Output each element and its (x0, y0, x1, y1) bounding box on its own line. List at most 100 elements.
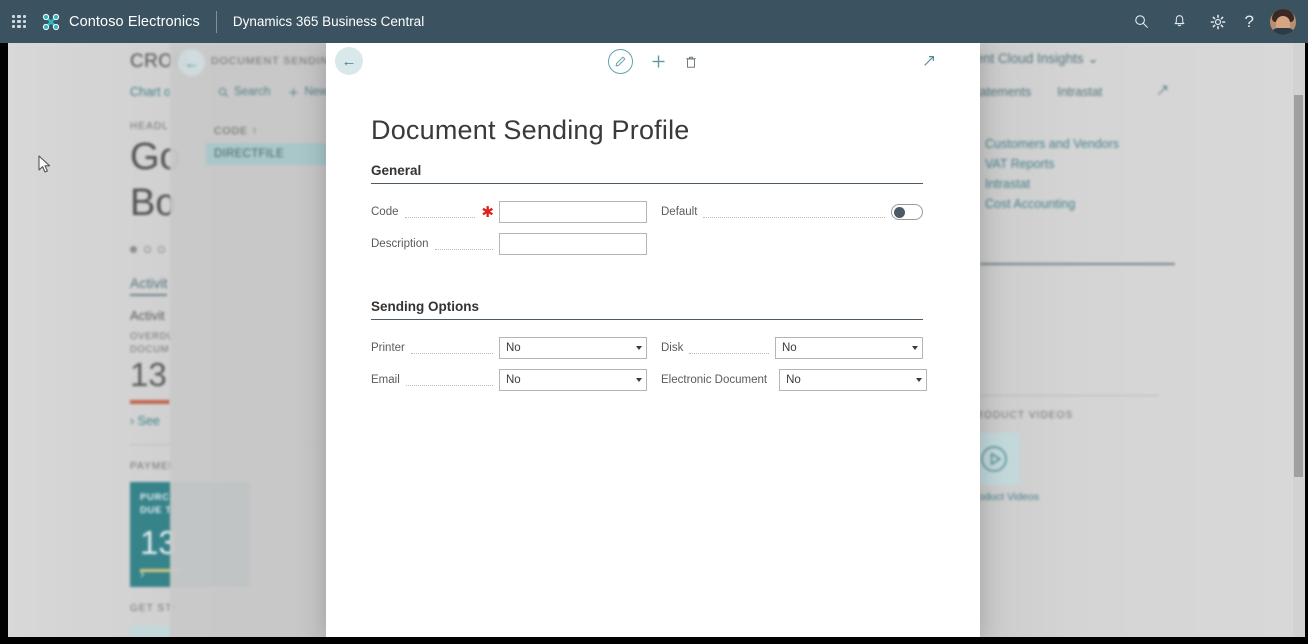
insights-divider (980, 263, 1175, 265)
report-link-intrastat[interactable]: Intrastat (968, 177, 1300, 191)
report-link-label: VAT Reports (985, 157, 1055, 171)
required-asterisk-icon: ✱ (481, 203, 494, 221)
play-circle-icon (981, 446, 1007, 472)
page-title: Document Sending Profile (371, 115, 690, 145)
group-general: General Code ✱ Description Default (371, 163, 923, 263)
payment-tile-label-2: DUE T (140, 505, 172, 517)
printer-select[interactable]: No (499, 337, 647, 359)
product-videos-label[interactable]: Product Videos (968, 491, 1300, 503)
report-link-cost-accounting[interactable]: Cost Accounting (968, 197, 1300, 211)
field-printer: Printer No (371, 335, 647, 361)
dialog-toolbar (608, 49, 698, 74)
dialog-back-button[interactable]: ← (335, 47, 363, 75)
sending-right-column: Disk No Electronic Document No (647, 335, 928, 399)
list-back-button[interactable]: ← (178, 49, 205, 76)
cue-label-line-2: DOCUM (130, 343, 170, 355)
app-title: Dynamics 365 Business Central (232, 14, 425, 29)
search-icon[interactable] (1131, 11, 1153, 33)
app-launcher-icon[interactable] (12, 14, 26, 29)
bell-icon[interactable] (1169, 11, 1191, 33)
chevron-down-icon (636, 378, 642, 382)
payment-tile-label-1: PURC (140, 492, 170, 504)
videos-divider (968, 395, 1158, 396)
disk-select[interactable]: No (775, 337, 923, 359)
general-fields: Code ✱ Description Default (371, 199, 923, 263)
group-title-general: General (371, 163, 422, 178)
cue-underline (130, 400, 170, 405)
expand-icon[interactable] (1156, 84, 1169, 100)
chevron-down-icon[interactable]: ⌄ (1087, 51, 1098, 66)
code-input[interactable] (499, 201, 647, 223)
report-link-customers-and-vendors[interactable]: Customers and Vendors (968, 137, 1300, 151)
general-left-column: Code ✱ Description (371, 199, 647, 263)
leader-dots (404, 216, 476, 218)
sending-left-column: Printer No Email No (371, 335, 647, 399)
group-rule (371, 183, 923, 184)
general-right-column: Default (647, 199, 923, 263)
window-frame-bottom (0, 637, 1308, 644)
top-app-bar: Contoso Electronics Dynamics 365 Busines… (0, 0, 1308, 43)
field-label-code: Code (371, 206, 399, 218)
search-icon (218, 87, 229, 97)
field-label-description: Description (371, 238, 429, 250)
add-icon[interactable] (651, 54, 666, 69)
delete-icon[interactable] (684, 55, 698, 69)
help-icon[interactable]: ? (1245, 13, 1254, 30)
disk-value: No (782, 342, 797, 354)
report-link-vat-reports[interactable]: VAT Reports (968, 157, 1300, 171)
app-screen: Contoso Electronics Dynamics 365 Busines… (0, 0, 1308, 644)
email-value: No (506, 374, 521, 386)
default-toggle[interactable] (891, 204, 923, 220)
field-label-default: Default (661, 206, 698, 218)
list-search-button[interactable]: Search (218, 86, 270, 98)
leader-dots (689, 352, 769, 354)
list-search-label: Search (234, 86, 271, 98)
leader-dots (703, 216, 885, 218)
chevron-down-icon (916, 378, 923, 382)
list-new-button[interactable]: New (288, 86, 327, 98)
group-title-sending-options: Sending Options (371, 299, 479, 314)
list-cell-code: DIRECTFILE (214, 148, 285, 160)
activities-tab[interactable]: Activit (130, 275, 168, 296)
brand[interactable]: Contoso Electronics (42, 13, 200, 31)
edit-pencil-icon[interactable] (608, 49, 633, 74)
chevron-down-icon (912, 346, 918, 350)
add-icon (289, 87, 299, 97)
topbar-actions: ? (1131, 8, 1308, 35)
avatar[interactable] (1270, 8, 1296, 35)
list-column-header-code[interactable]: CODE ↑ (214, 125, 258, 137)
group-rule (371, 319, 923, 320)
field-code: Code ✱ (371, 199, 647, 225)
field-label-electronic-document: Electronic Document (661, 374, 768, 386)
gear-icon[interactable] (1207, 11, 1229, 33)
insights-title-label: gent Cloud Insights (968, 51, 1084, 66)
dialog-body: General Code ✱ Description Default Sendi… (371, 163, 928, 399)
payment-tile-arrow-icon[interactable]: › (140, 566, 144, 581)
field-label-disk: Disk (661, 342, 684, 354)
electronic-document-value: No (786, 374, 801, 386)
product-videos-section-title: PRODUCT VIDEOS (968, 410, 1074, 421)
field-description: Description (371, 231, 647, 257)
field-email: Email No (371, 367, 647, 393)
dialog-expand-icon[interactable] (922, 54, 936, 73)
field-default: Default (661, 199, 923, 225)
tab-intrastat[interactable]: Intrastat (1057, 85, 1102, 99)
chevron-down-icon (636, 346, 642, 350)
scrollbar-thumb[interactable] (1294, 95, 1303, 477)
report-link-label: Cost Accounting (985, 197, 1076, 211)
description-input[interactable] (499, 233, 647, 255)
header-divider (215, 10, 217, 33)
field-label-email: Email (371, 374, 400, 386)
field-disk: Disk No (661, 335, 923, 361)
field-label-printer: Printer (371, 342, 405, 354)
email-select[interactable]: No (499, 369, 647, 391)
contoso-logo-icon (42, 13, 60, 31)
field-electronic-document: Electronic Document No (661, 367, 928, 393)
page-scrollbar[interactable] (1293, 43, 1304, 644)
document-sending-profile-dialog: ← Document Sending Profile General Code … (326, 43, 980, 644)
electronic-document-select[interactable]: No (779, 369, 928, 391)
toggle-knob (894, 206, 905, 218)
report-link-label: Customers and Vendors (985, 137, 1120, 151)
insights-title[interactable]: gent Cloud Insights ⌄ (968, 51, 1300, 67)
insights-tabs: Statements Intrastat (968, 84, 1300, 100)
